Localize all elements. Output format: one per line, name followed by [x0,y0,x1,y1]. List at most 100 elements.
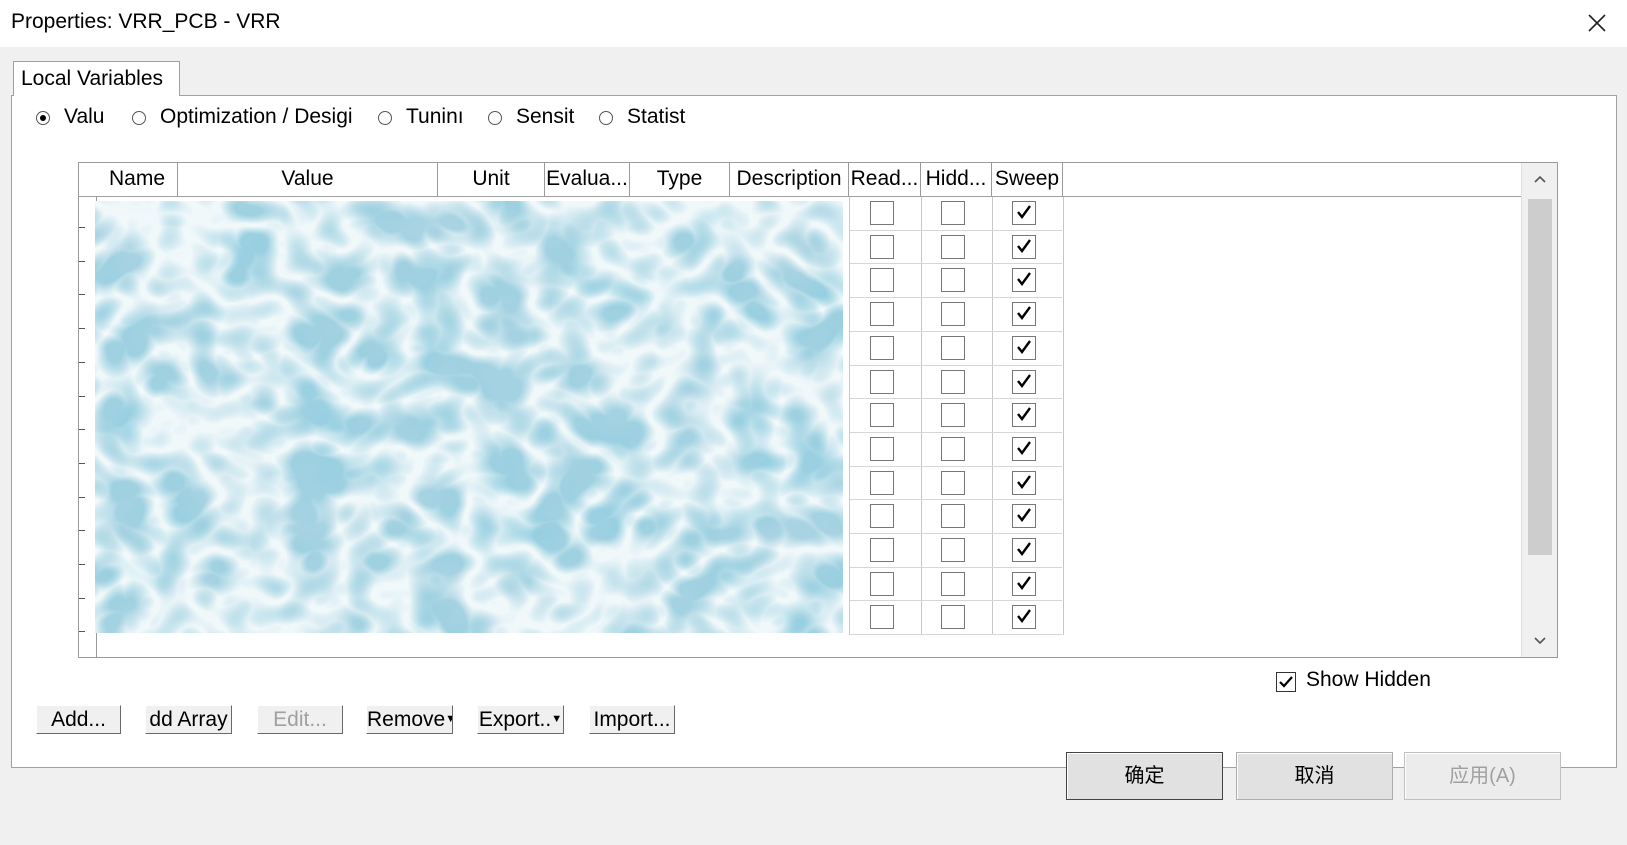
cancel-button[interactable]: 取消 [1236,752,1393,800]
hidden-checkbox[interactable] [941,234,965,259]
sweep-checkbox[interactable] [1012,302,1036,327]
row-separator [850,634,1062,636]
sweep-checkbox[interactable] [1012,268,1036,293]
row-header-tick[interactable] [79,631,85,633]
show-hidden-label: Show Hidden [1306,668,1431,691]
checkmark-icon [1017,508,1031,523]
row-header-tick[interactable] [79,361,85,363]
row-separator [850,364,1062,366]
hidden-checkbox[interactable] [941,470,965,495]
sweep-checkbox[interactable] [1012,436,1036,461]
column-header-unit[interactable]: Unit [438,163,545,197]
checkmark-icon [1017,373,1031,388]
close-button[interactable] [1567,0,1627,47]
column-header-description[interactable]: Description [730,163,849,197]
read-only-checkbox[interactable] [870,470,894,495]
column-divider [1063,197,1064,635]
checkmark-icon [1017,238,1031,253]
row-header-tick[interactable] [79,260,85,262]
hidden-checkbox[interactable] [941,268,965,293]
column-header-type[interactable]: Type [630,163,730,197]
title-bar: Properties: VRR_PCB - VRR [0,0,1627,47]
import-button[interactable]: Import... [589,705,675,734]
read-only-checkbox[interactable] [870,268,894,293]
row-header-tick[interactable] [79,227,85,228]
row-header-tick[interactable] [79,429,85,431]
hidden-checkbox[interactable] [941,571,965,596]
add-array-button[interactable]: dd Array [145,705,232,734]
tab-local-variables[interactable]: Local Variables [13,61,180,96]
checkmark-icon [1017,340,1031,354]
sweep-checkbox[interactable] [1012,369,1036,394]
vertical-scrollbar[interactable] [1521,163,1557,657]
read-only-checkbox[interactable] [870,234,894,259]
column-header-sweep[interactable]: Sweep [992,163,1063,197]
read-only-checkbox[interactable] [870,436,894,461]
sweep-checkbox[interactable] [1012,201,1036,225]
radio-tuning[interactable]: Tuninı [378,104,466,134]
row-header-tick[interactable] [79,530,85,532]
sweep-checkbox[interactable] [1012,605,1036,630]
ok-button[interactable]: 确定 [1066,752,1223,800]
scroll-down-icon[interactable] [1532,633,1548,649]
sweep-checkbox[interactable] [1012,538,1036,562]
sweep-checkbox[interactable] [1012,234,1036,259]
hidden-checkbox[interactable] [941,403,965,428]
column-header-evaluated[interactable]: Evalua... [545,163,630,197]
read-only-checkbox[interactable] [870,571,894,596]
radio-sensitivity[interactable]: Sensit [488,104,588,134]
row-header-tick[interactable] [79,395,85,397]
column-header-value[interactable]: Value [178,163,438,197]
apply-button[interactable]: 应用(A) [1404,752,1561,800]
read-only-checkbox[interactable] [870,369,894,394]
water-ripple-image [95,201,843,633]
row-header-tick[interactable] [79,597,85,599]
sweep-checkbox[interactable] [1012,403,1036,428]
hidden-checkbox[interactable] [941,538,965,562]
hidden-checkbox[interactable] [941,436,965,461]
radio-optimization-design[interactable]: Optimization / Desigi [132,104,368,134]
row-header-tick[interactable] [79,564,85,565]
sweep-checkbox[interactable] [1012,335,1036,360]
read-only-checkbox[interactable] [870,538,894,562]
read-only-checkbox[interactable] [870,201,894,225]
row-header-tick[interactable] [79,462,85,464]
radio-value[interactable]: Valu [36,104,116,134]
column-header-read-only[interactable]: Read... [849,163,921,197]
radio-statistics[interactable]: Statist [599,104,689,134]
hidden-checkbox[interactable] [941,605,965,630]
read-only-checkbox[interactable] [870,403,894,428]
row-header-tick[interactable] [79,328,85,330]
hidden-checkbox[interactable] [941,201,965,225]
hidden-checkbox[interactable] [941,504,965,529]
export-button[interactable]: Export..▼ [477,705,564,734]
row-header-tick[interactable] [79,294,85,296]
read-only-checkbox[interactable] [870,302,894,327]
radio-indicator [36,111,50,125]
radio-label: Tuninı [406,105,464,128]
hidden-checkbox[interactable] [941,302,965,327]
read-only-checkbox[interactable] [870,605,894,630]
read-only-checkbox[interactable] [870,504,894,529]
window-title: Properties: VRR_PCB - VRR [11,10,281,33]
sweep-checkbox[interactable] [1012,470,1036,495]
add-button[interactable]: Add... [36,705,121,734]
column-header-name[interactable]: Name [97,163,178,197]
radio-indicator [378,111,392,125]
sweep-checkbox[interactable] [1012,571,1036,596]
read-only-checkbox[interactable] [870,335,894,360]
column-header-hidden[interactable]: Hidd... [921,163,992,197]
radio-indicator [132,111,146,125]
checkmark-icon [1017,205,1031,219]
row-separator [850,499,1062,501]
hidden-checkbox[interactable] [941,369,965,394]
row-header-tick[interactable] [79,496,85,498]
scrollbar-thumb[interactable] [1528,199,1552,555]
sweep-checkbox[interactable] [1012,504,1036,529]
edit-button[interactable]: Edit... [257,705,343,734]
scroll-up-icon[interactable] [1532,171,1548,187]
radio-label: Optimization / Desigi [160,105,353,128]
hidden-checkbox[interactable] [941,335,965,360]
variables-grid[interactable]: Name Value Unit Evalua... Type Descripti… [78,162,1558,658]
remove-button[interactable]: Remove▼ [366,705,453,734]
